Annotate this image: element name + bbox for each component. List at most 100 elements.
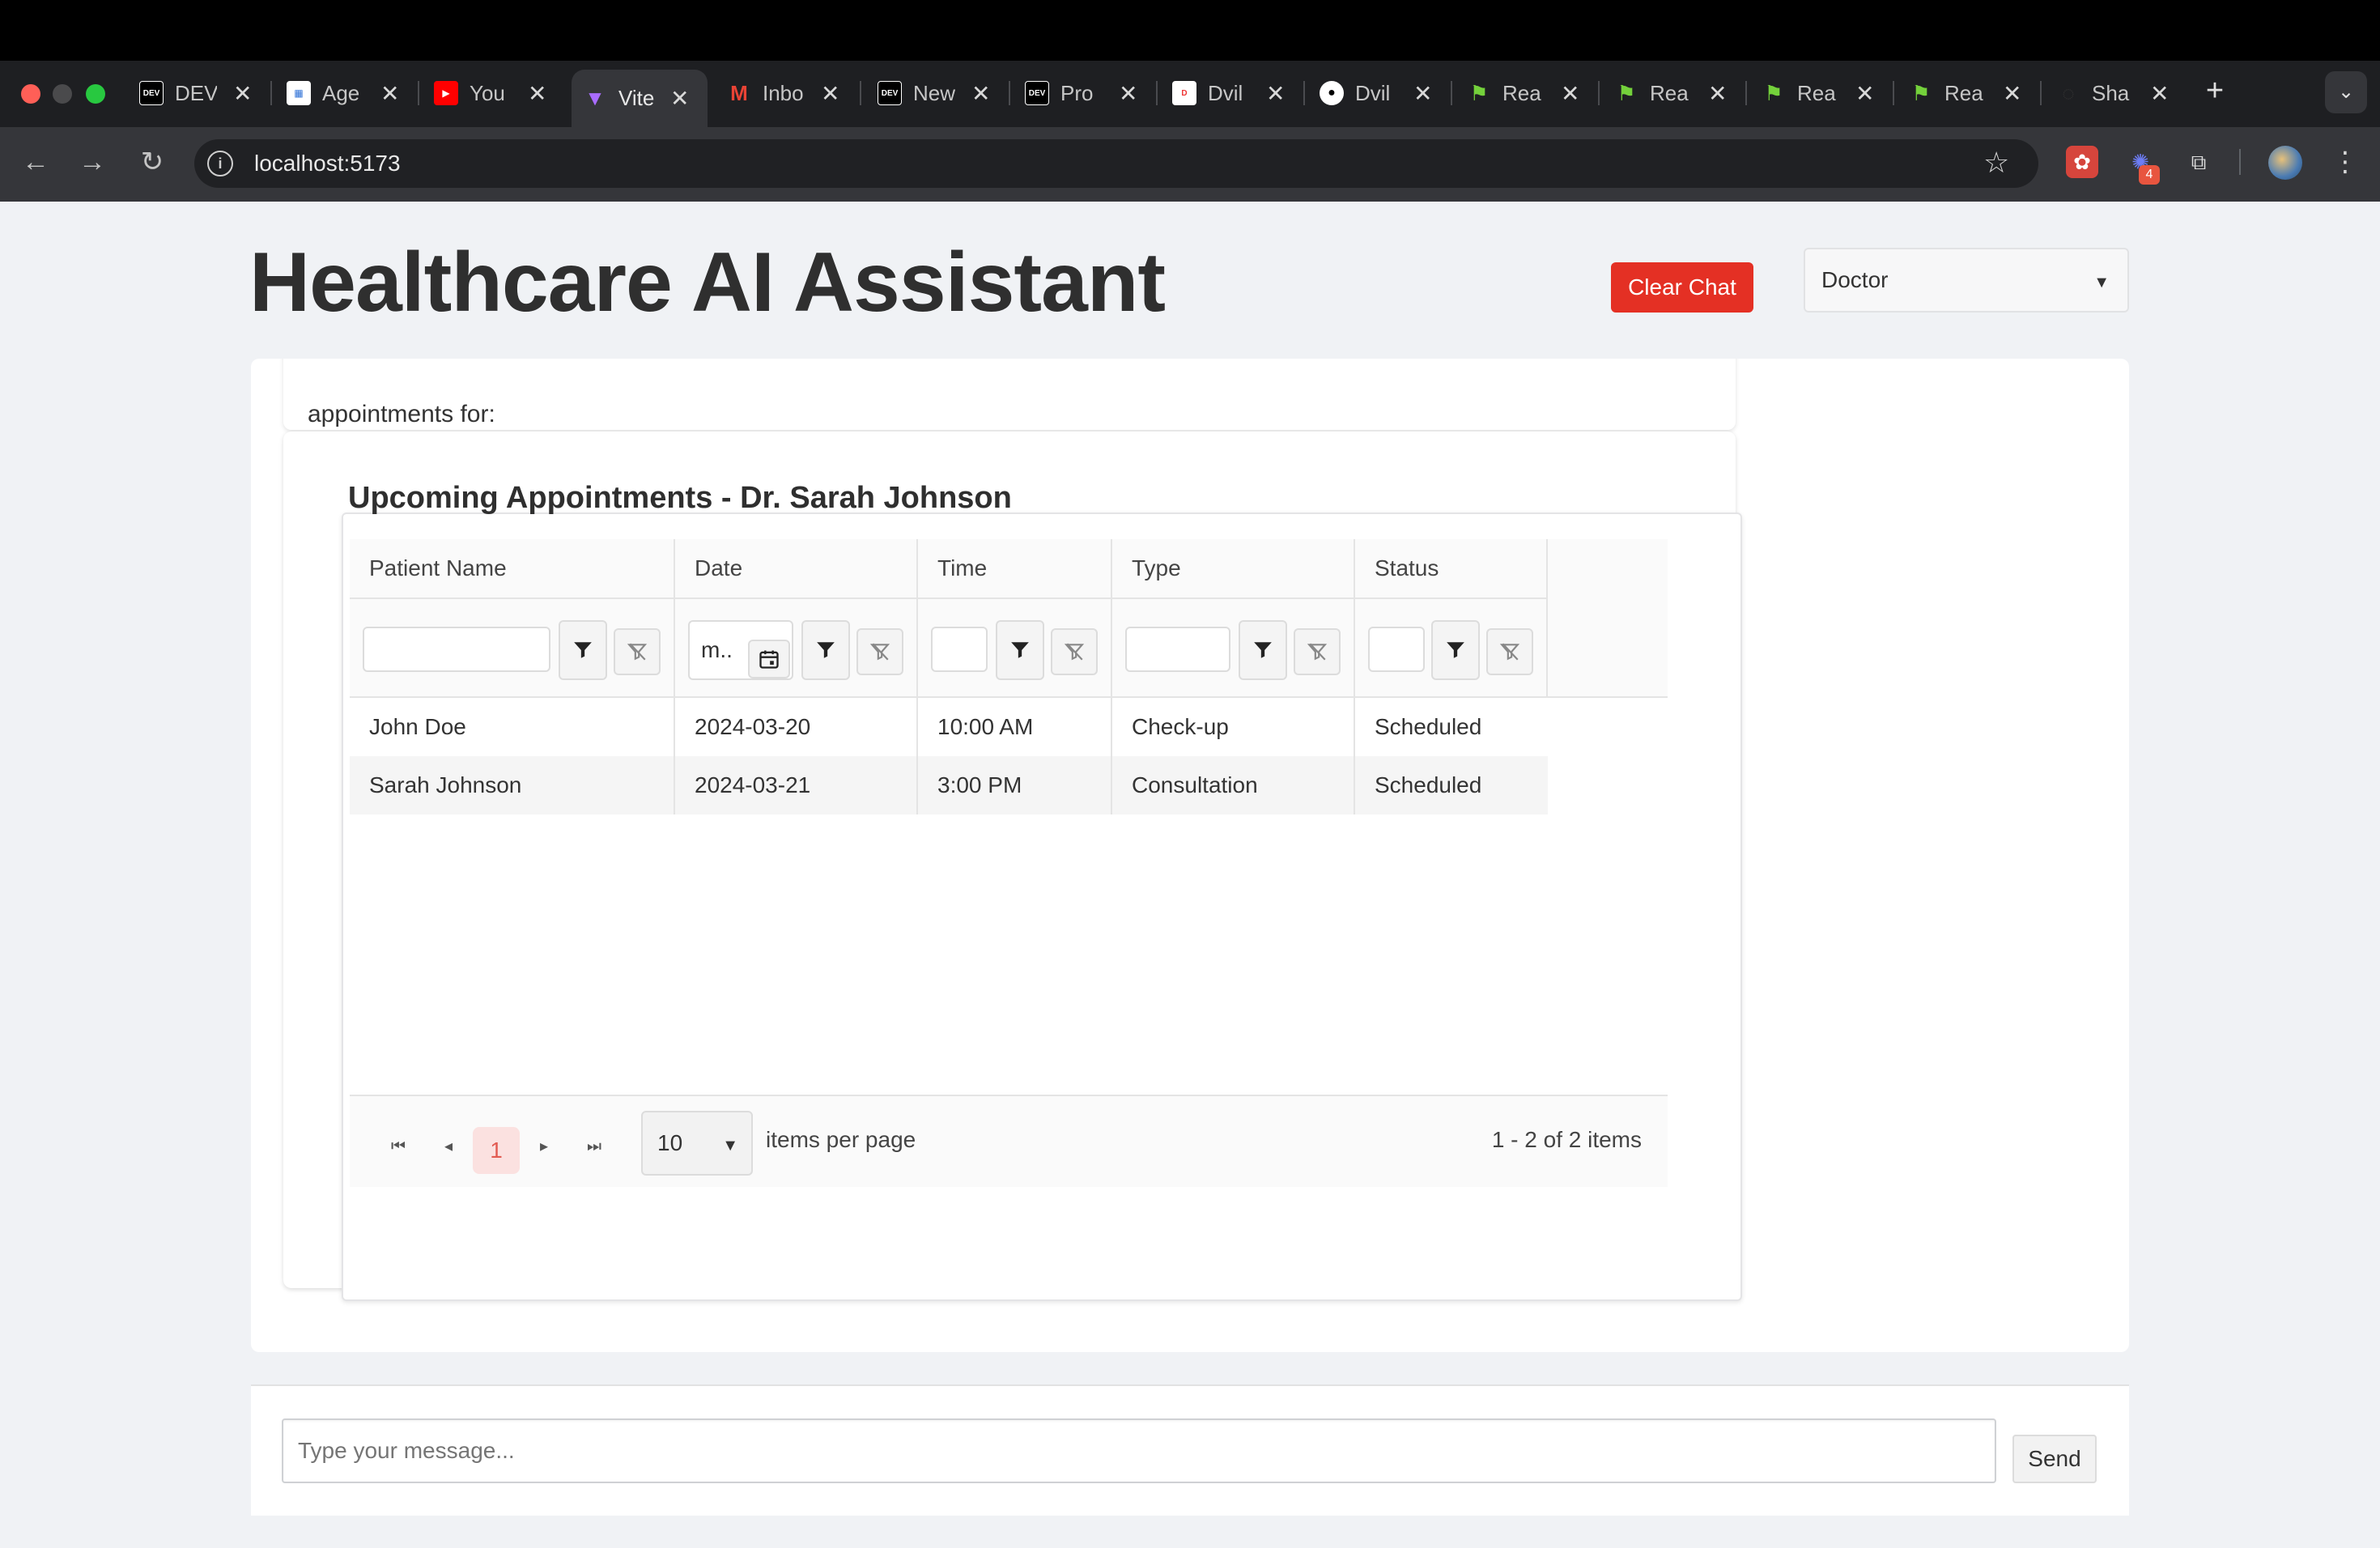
clear-filter-icon[interactable] — [1051, 628, 1098, 675]
browser-tab[interactable]: DEV Pro ✕ — [1022, 70, 1166, 117]
message-input[interactable]: Type your message... — [282, 1418, 1996, 1483]
browser-tab[interactable]: ⚑ Rea ✕ — [1464, 70, 1608, 117]
vite-icon: ▼ — [584, 86, 606, 110]
browser-tab[interactable]: DEV New ✕ — [874, 70, 1018, 117]
toolbar-separator — [2239, 149, 2241, 175]
new-tab-button[interactable]: + — [2199, 74, 2231, 107]
column-title: Date — [695, 555, 743, 580]
close-tab-icon[interactable]: ✕ — [380, 80, 399, 107]
column-header-patient-name[interactable]: Patient Name — [350, 539, 675, 698]
tab-title: Dvil — [1208, 80, 1243, 105]
browser-tab[interactable]: ▦ Age ✕ — [283, 70, 427, 117]
last-page-icon[interactable]: ⏭ — [578, 1130, 610, 1163]
type-filter-input[interactable] — [1125, 627, 1230, 672]
close-tab-icon[interactable]: ✕ — [2003, 80, 2021, 107]
close-tab-icon[interactable]: ✕ — [1413, 80, 1432, 107]
url-text[interactable]: localhost:5173 — [254, 151, 401, 176]
tab-separator — [1303, 81, 1305, 105]
address-bar[interactable] — [194, 139, 2038, 188]
page-number-button[interactable]: 1 — [473, 1127, 520, 1174]
cell-status: Scheduled — [1375, 772, 1482, 797]
filter-icon[interactable] — [801, 620, 850, 680]
back-arrow-icon[interactable]: ← — [18, 144, 53, 180]
tab-separator — [1893, 81, 1894, 105]
column-title: Patient Name — [369, 555, 507, 580]
column-header-type[interactable]: Type — [1112, 539, 1355, 698]
browser-tab[interactable]: ⚑ Rea ✕ — [1758, 70, 1902, 117]
page-size-value: 10 — [657, 1130, 683, 1155]
calendar-icon[interactable] — [748, 640, 790, 678]
close-tab-icon[interactable]: ✕ — [528, 80, 546, 107]
clear-filter-icon[interactable] — [1486, 628, 1533, 675]
patient-name-filter-input[interactable] — [363, 627, 550, 672]
close-tab-icon[interactable]: ✕ — [670, 85, 689, 112]
table-row[interactable]: John Doe 2024-03-20 10:00 AM Check-up Sc… — [350, 698, 1548, 756]
profile-avatar[interactable] — [2268, 146, 2302, 180]
first-page-icon[interactable]: ⏮ — [382, 1130, 414, 1163]
clear-filter-icon[interactable] — [614, 628, 661, 675]
extensions-puzzle-icon[interactable]: ⧉ — [2182, 146, 2215, 178]
cell-status: Scheduled — [1375, 714, 1482, 739]
browser-tab[interactable]: D Dvil ✕ — [1169, 70, 1313, 117]
browser-menu-icon[interactable]: ⋮ — [2331, 146, 2359, 178]
tab-search-button[interactable]: ⌄ — [2325, 71, 2367, 113]
browser-tab[interactable]: M Inbo ✕ — [724, 70, 868, 117]
close-tab-icon[interactable]: ✕ — [233, 80, 252, 107]
forward-arrow-icon[interactable]: → — [74, 144, 110, 180]
tab-title: You — [470, 80, 505, 105]
close-tab-icon[interactable]: ✕ — [2150, 80, 2169, 107]
send-button[interactable]: Send — [2012, 1435, 2097, 1483]
browser-tab[interactable]: ▶ You ✕ — [431, 70, 575, 117]
clear-filter-icon[interactable] — [856, 628, 903, 675]
tab-separator — [2040, 81, 2042, 105]
site-info-icon[interactable]: i — [207, 151, 233, 176]
close-tab-icon[interactable]: ✕ — [1855, 80, 1874, 107]
column-header-date[interactable]: Date m.. — [675, 539, 918, 698]
clear-filter-icon[interactable] — [1294, 628, 1341, 675]
browser-tab-active[interactable]: ▼ Vite ✕ — [572, 70, 708, 127]
minimize-window-button[interactable] — [53, 84, 72, 104]
browser-tab[interactable]: ● Dvil ✕ — [1316, 70, 1460, 117]
close-tab-icon[interactable]: ✕ — [1119, 80, 1137, 107]
bookmark-star-icon[interactable]: ☆ — [1983, 146, 2009, 180]
header-divider — [350, 598, 674, 599]
grid-header: Patient Name Date m.. Time Type Status — [350, 539, 1668, 698]
cell-type: Check-up — [1112, 698, 1355, 756]
next-page-icon[interactable]: ▸ — [528, 1130, 560, 1163]
clear-chat-button[interactable]: Clear Chat — [1611, 262, 1753, 313]
status-filter-input[interactable] — [1368, 627, 1425, 672]
grid-title: Upcoming Appointments - Dr. Sarah Johnso… — [348, 481, 1012, 515]
reload-icon[interactable]: ↻ — [134, 144, 170, 180]
column-title: Time — [937, 555, 988, 580]
close-window-button[interactable] — [21, 84, 40, 104]
share-icon: ◌ — [2062, 80, 2075, 105]
chevron-down-icon: ▼ — [722, 1137, 738, 1155]
close-tab-icon[interactable]: ✕ — [1561, 80, 1579, 107]
browser-tab[interactable]: ◌ Sha ✕ — [2053, 70, 2197, 117]
close-tab-icon[interactable]: ✕ — [1708, 80, 1727, 107]
browser-tab[interactable]: ⚑ Rea ✕ — [1906, 70, 2050, 117]
github-icon: ● — [1320, 81, 1344, 105]
appointments-grid: Patient Name Date m.. Time Type Status J… — [350, 539, 1668, 1187]
browser-tab[interactable]: ⚑ Rea ✕ — [1611, 70, 1755, 117]
column-header-time[interactable]: Time — [918, 539, 1112, 698]
table-row[interactable]: Sarah Johnson 2024-03-21 3:00 PM Consult… — [350, 756, 1548, 814]
extension-icon[interactable]: ✿ — [2066, 146, 2098, 178]
previous-page-icon[interactable]: ◂ — [432, 1130, 465, 1163]
page-size-select[interactable]: 10 ▼ — [641, 1111, 753, 1176]
filter-icon[interactable] — [996, 620, 1044, 680]
role-select[interactable]: Doctor ▼ — [1804, 248, 2129, 313]
filter-icon[interactable] — [1239, 620, 1287, 680]
header-divider — [1112, 598, 1354, 599]
time-filter-input[interactable] — [931, 627, 988, 672]
browser-tab[interactable]: DEV DEV ✕ — [136, 70, 280, 117]
column-header-status[interactable]: Status — [1355, 539, 1548, 698]
tab-separator — [1451, 81, 1452, 105]
cell-patient-name: John Doe — [350, 698, 675, 756]
close-tab-icon[interactable]: ✕ — [821, 80, 839, 107]
filter-icon[interactable] — [1431, 620, 1480, 680]
maximize-window-button[interactable] — [86, 84, 105, 104]
filter-icon[interactable] — [559, 620, 607, 680]
close-tab-icon[interactable]: ✕ — [1266, 80, 1285, 107]
close-tab-icon[interactable]: ✕ — [971, 80, 990, 107]
